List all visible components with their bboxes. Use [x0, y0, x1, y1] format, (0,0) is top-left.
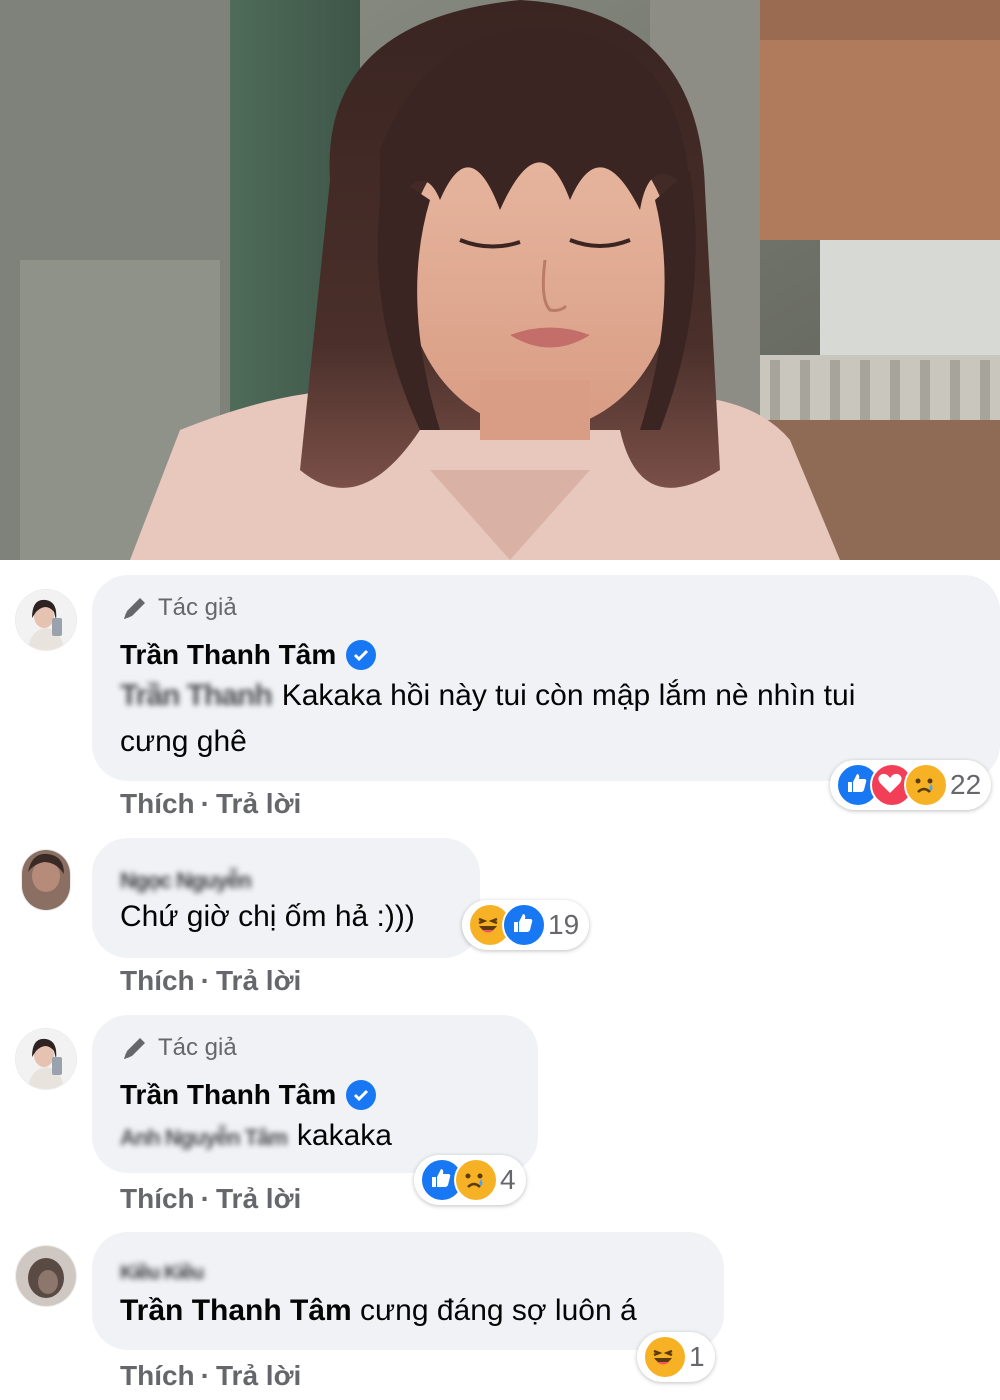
comment-bubble: Ngọc Nguyễn Chứ giờ chị ốm hả :))) [92, 838, 480, 958]
like-button[interactable]: Thích [120, 965, 195, 996]
author-name[interactable]: Trần Thanh Tâm [120, 1079, 336, 1111]
reaction-count: 19 [548, 909, 580, 940]
comment-text: Chứ giờ chị ốm hả :))) [120, 900, 415, 933]
comment-actions: Thích · Trả lời [120, 788, 301, 820]
comment-text: Anh Nguyễn Tâm kakaka [120, 1113, 392, 1161]
comment-4: Kiều Kiều Trần Thanh Tâm cưng đáng sợ lu… [0, 1232, 1000, 1400]
reaction-count: 22 [950, 769, 982, 800]
comment-text-body: cưng đáng sợ luôn á [360, 1294, 637, 1327]
reaction-summary[interactable]: 1 [637, 1332, 715, 1382]
verified-badge-icon [346, 1080, 377, 1110]
author-badge-label: Tác giả [158, 1034, 237, 1061]
avatar[interactable] [16, 1029, 76, 1089]
comment-bubble: Tác giả Trần Thanh Tâm Anh Nguyễn Tâm kak… [92, 1015, 538, 1173]
verified-badge-icon [346, 640, 377, 670]
avatar[interactable] [16, 1246, 76, 1306]
like-button[interactable]: Thích [120, 1183, 195, 1214]
author-badge: Tác giả [120, 593, 237, 623]
blurred-mention[interactable]: Trần Thanh [120, 673, 273, 719]
reply-button[interactable]: Trả lời [216, 788, 301, 819]
reaction-summary[interactable]: 19 [462, 900, 590, 950]
comment-actions: Thích · Trả lời [120, 1183, 301, 1215]
comment-author[interactable]: Trần Thanh Tâm [120, 639, 377, 671]
sad-icon [904, 763, 948, 807]
like-button[interactable]: Thích [120, 1360, 195, 1391]
reaction-summary[interactable]: 4 [414, 1155, 526, 1205]
comment-actions: Thích · Trả lời [120, 1360, 301, 1392]
comment-text: Trần Thanh Tâm cưng đáng sợ luôn á [120, 1288, 637, 1334]
author-badge: Tác giả [120, 1033, 237, 1063]
reaction-count: 1 [689, 1341, 705, 1372]
author-name[interactable]: Trần Thanh Tâm [120, 639, 336, 671]
avatar[interactable] [16, 590, 76, 650]
separator: · [200, 1360, 210, 1391]
comment-1: Tác giả Trần Thanh Tâm Trần Thanh Kakaka … [0, 575, 1000, 819]
pen-icon [124, 1038, 145, 1059]
avatar[interactable] [22, 850, 70, 910]
girl-portrait-image [0, 0, 1000, 560]
author-badge-label: Tác giả [158, 594, 237, 621]
comment-text-line2: cưng ghê [120, 725, 247, 758]
comment-2: Ngọc Nguyễn Chứ giờ chị ốm hả :))) 19 Th… [0, 838, 1000, 1008]
comment-author[interactable]: Trần Thanh Tâm [120, 1079, 377, 1111]
comment-text: Trần Thanh Kakaka hồi này tui còn mập lắm… [120, 673, 855, 719]
reply-button[interactable]: Trả lời [216, 1183, 301, 1214]
reply-button[interactable]: Trả lời [216, 1360, 301, 1391]
comment-actions: Thích · Trả lời [120, 965, 301, 997]
separator: · [200, 965, 210, 996]
separator: · [200, 788, 210, 819]
blurred-mention[interactable]: Anh Nguyễn Tâm [120, 1115, 288, 1161]
separator: · [200, 1183, 210, 1214]
reaction-summary[interactable]: 22 [830, 760, 992, 810]
comment-text-line1: Kakaka hồi này tui còn mập lắm nè nhìn t… [281, 679, 856, 712]
reply-button[interactable]: Trả lời [216, 965, 301, 996]
comment-text-body: kakaka [296, 1119, 392, 1152]
like-icon [502, 903, 546, 947]
blurred-name[interactable]: Ngọc Nguyễn [120, 868, 252, 894]
like-button[interactable]: Thích [120, 788, 195, 819]
sad-icon [454, 1158, 498, 1202]
comment-bubble: Kiều Kiều Trần Thanh Tâm cưng đáng sợ lu… [92, 1232, 724, 1350]
blurred-name[interactable]: Kiều Kiều [120, 1262, 204, 1285]
mention-link[interactable]: Trần Thanh Tâm [120, 1294, 352, 1327]
comment-bubble: Tác giả Trần Thanh Tâm Trần Thanh Kakaka … [92, 575, 1000, 781]
comment-3: Tác giả Trần Thanh Tâm Anh Nguyễn Tâm kak… [0, 1015, 1000, 1220]
post-photo[interactable] [0, 0, 1000, 560]
pen-icon [124, 598, 145, 619]
haha-icon [643, 1335, 687, 1379]
reaction-count: 4 [500, 1164, 516, 1195]
